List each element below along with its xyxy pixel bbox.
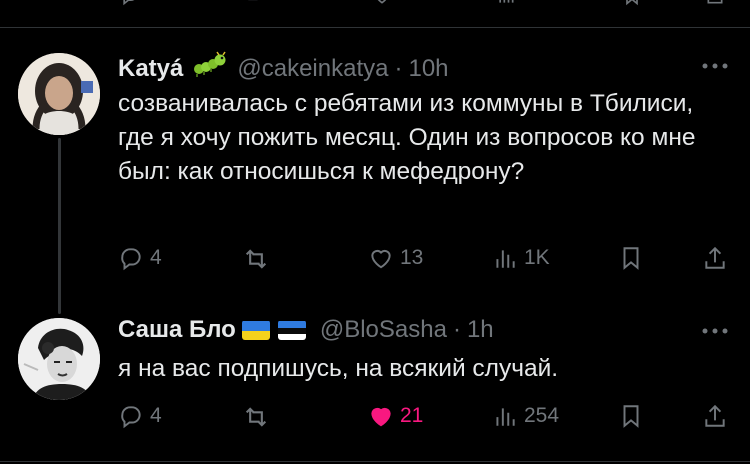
user-handle[interactable]: @BloSasha — [320, 316, 447, 344]
views-button[interactable]: 254 — [492, 403, 559, 429]
share-icon[interactable] — [705, 0, 725, 6]
views-button[interactable]: 1K — [492, 245, 550, 271]
header-separator: · — [452, 316, 461, 343]
like-count: 13 — [400, 246, 424, 269]
caterpillar-icon — [191, 51, 227, 86]
bookmark-button[interactable] — [618, 245, 644, 271]
bookmark-icon[interactable] — [622, 0, 642, 6]
views-icon — [496, 408, 515, 426]
bookmark-icon — [623, 405, 639, 428]
more-options-icon[interactable] — [700, 326, 730, 336]
reply-button[interactable]: 4 — [118, 403, 162, 429]
timestamp[interactable]: 10h — [408, 55, 448, 83]
view-count: 254 — [524, 404, 560, 427]
divider — [0, 27, 750, 28]
previous-tweet-action-bar — [0, 0, 750, 6]
share-icon — [705, 246, 725, 269]
avatar-photo-icon — [18, 53, 100, 135]
avatar-photo-icon — [18, 318, 100, 400]
user-handle[interactable]: @cakeinkatya — [237, 55, 388, 83]
share-button[interactable] — [702, 245, 728, 271]
header-separator: · — [394, 54, 403, 82]
estonia-flag-icon — [277, 320, 306, 340]
repost-icon — [245, 249, 267, 269]
reply-icon — [121, 406, 141, 429]
repost-button[interactable] — [242, 403, 276, 431]
share-button[interactable] — [702, 403, 728, 429]
thread-connector — [58, 138, 61, 314]
reply-button[interactable]: 4 — [118, 245, 162, 271]
display-name[interactable]: Саша Бло — [118, 316, 236, 344]
tweet-header: Katyá @cakeinkatya · 10h — [118, 51, 449, 86]
like-count: 21 — [400, 404, 424, 427]
tweet-text: созванивалась с ребятами из коммуны в Тб… — [118, 90, 696, 185]
heart-icon — [371, 250, 391, 269]
heart-filled-icon — [371, 408, 391, 427]
view-count: 1K — [524, 246, 550, 269]
reply-count: 4 — [150, 404, 162, 427]
reply-count: 4 — [150, 246, 162, 269]
like-icon[interactable] — [372, 0, 392, 6]
share-icon — [705, 404, 725, 427]
views-icon[interactable] — [496, 0, 516, 6]
bookmark-icon — [623, 247, 639, 270]
tweet-action-bar: 4 21 254 — [118, 403, 730, 433]
repost-icon — [245, 407, 267, 427]
display-name[interactable]: Katyá — [118, 55, 183, 83]
avatar[interactable] — [18, 53, 100, 135]
like-button[interactable]: 13 — [368, 245, 423, 271]
repost-icon[interactable] — [245, 0, 265, 6]
tweet-header: Саша Бло @BloSasha · 1h — [118, 316, 494, 344]
views-icon — [496, 250, 515, 268]
tweet-action-bar: 4 13 1K — [118, 245, 730, 275]
bookmark-button[interactable] — [618, 403, 644, 429]
avatar[interactable] — [18, 318, 100, 400]
ukraine-flag-icon — [241, 320, 270, 340]
more-options-icon[interactable] — [700, 61, 730, 71]
timestamp[interactable]: 1h — [467, 316, 494, 344]
repost-button[interactable] — [242, 245, 276, 273]
reply-icon — [121, 248, 141, 271]
tweet-text: я на вас подпишусь, на всякий случай. — [118, 355, 559, 382]
reply-icon[interactable] — [120, 0, 140, 6]
divider — [0, 461, 750, 462]
like-button[interactable]: 21 — [368, 403, 423, 429]
